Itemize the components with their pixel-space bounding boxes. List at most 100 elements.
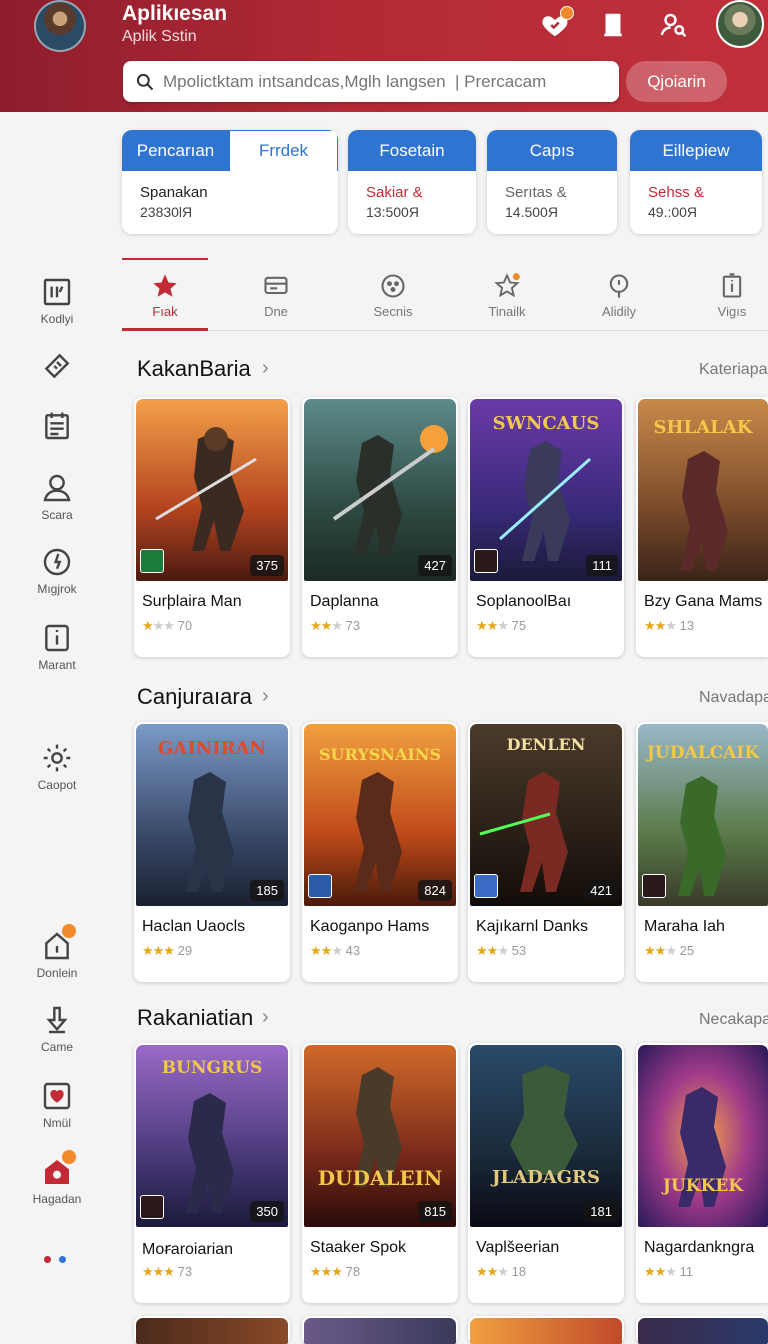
tab-label: Vigıs <box>717 304 747 319</box>
category-line: Sehss & <box>648 184 704 201</box>
location-icon <box>609 274 629 298</box>
game-rating: ★★★ 70 <box>142 618 193 633</box>
game-card[interactable]: JLADAGRS 181 Vaplšeerian ★★★ 18 <box>468 1043 624 1303</box>
game-card[interactable] <box>302 1316 458 1344</box>
user-avatar[interactable] <box>716 0 764 48</box>
sidebar-item-donlein[interactable]: Donlein <box>20 924 94 980</box>
category-card-caps[interactable]: Capıs Serıtas & 14.500Я <box>487 130 617 234</box>
clock-icon <box>43 548 71 576</box>
favorites-button[interactable] <box>538 6 574 42</box>
tab-trending[interactable]: Tinailk <box>464 262 550 330</box>
sidebar-item-migjrok[interactable]: Mıgjrok <box>20 546 94 596</box>
sidebar-item-label: Scara <box>41 508 73 522</box>
game-card[interactable]: SURYSNAINS 824 Kaoganpo Hams ★★★ 43 <box>302 722 458 982</box>
game-rating: ★★★ 43 <box>310 943 361 958</box>
page-dot[interactable] <box>59 1256 66 1263</box>
sidebar-item-scara[interactable]: Scara <box>20 472 94 522</box>
game-title: Moꞧaroiarian <box>142 1241 234 1258</box>
tabs-divider <box>122 330 768 331</box>
cover-title: SWNCAUS <box>493 413 600 434</box>
category-tab-search[interactable]: Pencarıan <box>122 130 229 171</box>
sidebar-item-tickets[interactable] <box>20 350 94 382</box>
section-see-all-link[interactable]: Necakapa <box>699 1011 768 1029</box>
category-tab-filter[interactable]: Frrdek <box>229 130 338 171</box>
game-count-badge: 815 <box>418 1201 452 1222</box>
notification-badge <box>560 6 574 20</box>
app-logo-avatar[interactable] <box>34 0 86 52</box>
section-title[interactable]: KakanBaria <box>137 356 251 382</box>
tab-vips[interactable]: Vigıs <box>689 262 768 330</box>
category-count: 49.:00Я <box>648 204 698 220</box>
sidebar-item-kodlyi[interactable]: Kodlyi <box>20 276 94 326</box>
gamepad-icon <box>381 274 405 298</box>
publisher-icon <box>474 874 498 898</box>
game-card[interactable] <box>636 1316 768 1344</box>
cover-title: JLADAGRS <box>490 1167 600 1188</box>
game-card[interactable]: SHLALAK Bzy Gana Mams ★★★ 13 <box>636 397 768 657</box>
publisher-icon <box>140 549 164 573</box>
game-card[interactable] <box>468 1316 624 1344</box>
section-title[interactable]: Canjuraıara <box>137 684 252 710</box>
notification-dot <box>62 924 76 938</box>
game-title: Vaplšeerian <box>476 1239 560 1256</box>
game-rating: ★★★ 11 <box>644 1264 694 1279</box>
app-title: Aplikıesan <box>122 2 228 25</box>
game-card[interactable]: GAINIRAN 185 Haclan Uaocls ★★★ 29 <box>134 722 290 982</box>
sidebar-item-marant[interactable]: Marant <box>20 622 94 672</box>
sidebar-item-calendar[interactable] <box>20 410 94 442</box>
game-count-badge: 421 <box>584 880 618 901</box>
tab-top[interactable]: Fıak <box>122 262 208 330</box>
game-card[interactable]: 375 Surþlaira Man ★★★ 70 <box>134 397 290 657</box>
game-title: Daplanna <box>310 593 379 610</box>
game-card[interactable]: 427 Daplanna ★★★ 73 <box>302 397 458 657</box>
chevron-right-icon[interactable]: › <box>262 685 269 708</box>
publisher-icon <box>642 874 666 898</box>
tab-new[interactable]: Dne <box>233 262 319 330</box>
game-rating: ★★★ 73 <box>142 1264 193 1279</box>
game-card[interactable] <box>134 1316 290 1344</box>
game-cover-image: DUDALEIN <box>304 1045 456 1227</box>
game-card[interactable]: DUDALEIN 815 Staaker Spok ★★★ 78 <box>302 1043 458 1303</box>
category-card-featured[interactable]: Fosetain Sakiar & 13:500Я <box>348 130 476 234</box>
sidebar-item-label: Marant <box>38 658 76 672</box>
tab-activity[interactable]: Alidily <box>576 262 662 330</box>
sidebar-item-nmul[interactable]: Nmül <box>20 1080 94 1130</box>
search-input[interactable] <box>163 71 603 92</box>
section-see-all-link[interactable]: Kateriapa <box>699 361 768 379</box>
game-card[interactable]: BUNGRUS 350 Moꞧaroiarian ★★★ 73 <box>134 1043 290 1303</box>
tab-label: Fıak <box>152 304 178 319</box>
tab-top-indicator <box>122 258 208 260</box>
tab-label: Tinailk <box>488 304 526 319</box>
publisher-icon <box>140 1195 164 1219</box>
chevron-right-icon[interactable]: › <box>262 357 269 380</box>
heart-icon <box>43 1082 71 1110</box>
game-card[interactable]: JUDALCAIK Maraha Iah ★★★ 25 <box>636 722 768 982</box>
category-card-preview[interactable]: Eillepiew Sehss & 49.:00Я <box>630 130 762 234</box>
chevron-right-icon[interactable]: › <box>262 1006 269 1029</box>
cover-title: SURYSNAINS <box>319 745 441 764</box>
cover-title: BUNGRUS <box>162 1058 262 1078</box>
section-see-all-link[interactable]: Navadapa <box>699 689 768 707</box>
game-count-badge: 350 <box>250 1201 284 1222</box>
page-dot-active[interactable] <box>44 1256 51 1263</box>
category-card-search[interactable]: Pencarıan Frrdek Spanakan 23830lЯ <box>122 130 338 234</box>
category-head: Capıs <box>487 130 617 171</box>
grid-icon <box>43 278 71 306</box>
game-card[interactable]: SWNCAUS 111 SoplanoolBaı ★★★ 75 <box>468 397 624 657</box>
cover-title: DUDALEIN <box>318 1166 443 1190</box>
bookmarks-button[interactable] <box>596 8 630 42</box>
search-button[interactable]: Qjoiarin <box>626 61 727 102</box>
category-line: Sakiar & <box>366 184 423 201</box>
game-card[interactable]: JUKKEK Nagardankngra ★★★ 11 <box>636 1043 768 1303</box>
category-count: 14.500Я <box>505 204 558 220</box>
tab-series[interactable]: Secnis <box>350 262 436 330</box>
game-title: Bzy Gana Mams <box>644 593 763 610</box>
sidebar-item-hagadan[interactable]: Hagadan <box>20 1150 94 1206</box>
game-card[interactable]: DENLEN 421 Kajıkarnl Danks ★★★ 53 <box>468 722 624 982</box>
publisher-icon <box>474 549 498 573</box>
section-title[interactable]: Rakaniatian <box>137 1005 253 1031</box>
profile-search-button[interactable] <box>656 8 690 42</box>
sidebar-item-came[interactable]: Came <box>20 1004 94 1054</box>
sidebar-item-settings[interactable]: Caopot <box>20 742 94 792</box>
game-rating: ★★★ 78 <box>310 1264 361 1279</box>
